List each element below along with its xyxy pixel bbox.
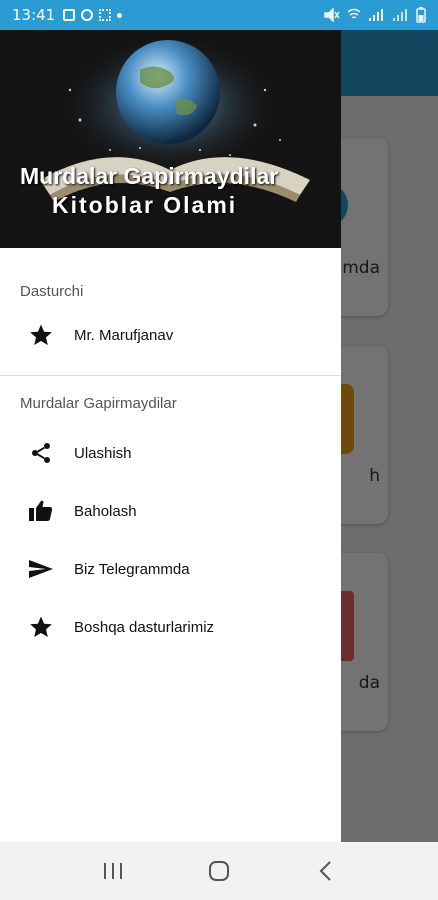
notification-icons	[63, 9, 123, 21]
mute-icon	[324, 8, 340, 22]
thumbs-up-icon	[28, 498, 54, 524]
status-time: 13:41	[12, 6, 56, 24]
battery-icon	[416, 7, 426, 23]
drawer-header-subtitle: Kitoblar Olami	[52, 192, 238, 218]
grid-status-icon	[99, 9, 112, 21]
wifi-calling-icon	[347, 8, 361, 19]
back-icon	[319, 861, 331, 881]
signal-2-icon	[393, 9, 407, 21]
menu-item-other-apps[interactable]: Boshqa dasturlarimiz	[0, 598, 341, 656]
navigation-drawer: Murdalar Gapirmaydilar Kitoblar Olami Da…	[0, 30, 341, 842]
menu-item-label: Baholash	[74, 502, 137, 520]
search-status-icon	[81, 9, 94, 21]
menu-item-share[interactable]: Ulashish	[0, 424, 341, 482]
recent-apps-icon	[104, 863, 122, 879]
more-notifications-icon	[117, 12, 123, 18]
system-icons	[324, 7, 426, 23]
home-button[interactable]	[199, 851, 239, 891]
menu-item-developer[interactable]: Mr. Marufjanav	[0, 306, 341, 364]
menu-item-label: Biz Telegrammda	[74, 560, 190, 578]
share-icon	[28, 440, 54, 466]
menu-item-label: Boshqa dasturlarimiz	[74, 618, 215, 636]
star-icon	[28, 322, 54, 348]
section-label-developer: Dasturchi	[20, 283, 84, 300]
drawer-header: Murdalar Gapirmaydilar Kitoblar Olami	[0, 30, 341, 248]
signal-icon	[369, 9, 383, 21]
menu-item-rate[interactable]: Baholash	[0, 482, 341, 540]
status-bar: 13:41	[0, 0, 438, 30]
menu-item-label: Ulashish	[74, 444, 132, 462]
back-button[interactable]	[305, 851, 345, 891]
recent-apps-button[interactable]	[93, 851, 133, 891]
menu-item-telegram[interactable]: Biz Telegrammda	[0, 540, 341, 598]
section-label-app: Murdalar Gapirmaydilar	[20, 395, 177, 412]
menu-item-label: Mr. Marufjanav	[74, 326, 174, 344]
star-icon	[28, 614, 54, 640]
send-icon	[28, 556, 54, 582]
gallery-icon	[63, 9, 76, 21]
drawer-header-title: Murdalar Gapirmaydilar	[20, 163, 279, 189]
system-nav-bar	[0, 842, 438, 900]
home-icon	[209, 861, 229, 881]
